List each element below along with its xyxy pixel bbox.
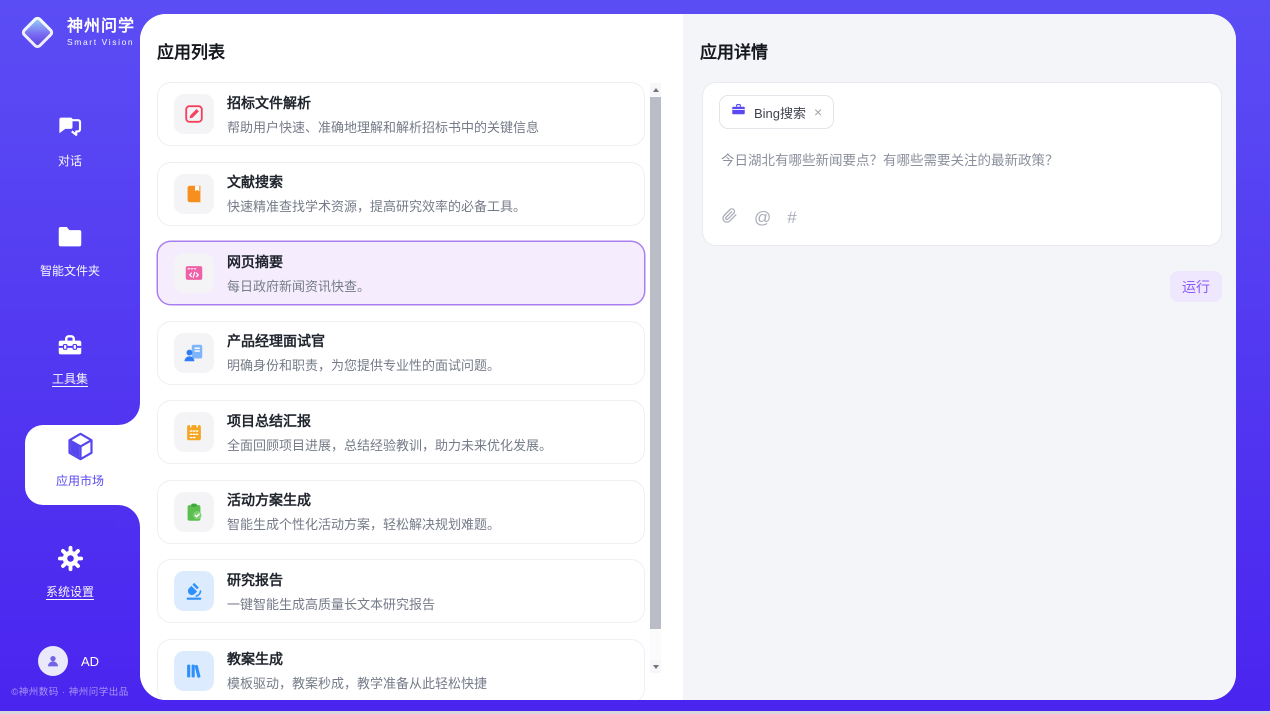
app-list-panel: 应用列表 招标文件解析 帮助用户快速、准确地理解和解析招标书中的关键信息 [140,14,683,700]
prompt-text[interactable]: 今日湖北有哪些新闻要点？有哪些需要关注的最新政策？ [721,149,1203,169]
paperclip-icon[interactable] [721,207,738,229]
card-title: 文献搜索 [227,172,526,192]
sidebar-item-smart-folder[interactable]: 智能文件夹 [0,222,140,279]
app-list-title: 应用列表 [157,38,225,63]
scrollbar-up-button[interactable] [650,83,661,96]
notepad-icon [174,412,214,452]
list-item-literature-search[interactable]: 文献搜索 快速精准查找学术资源，提高研究效率的必备工具。 [157,162,645,226]
sidebar-item-app-market[interactable]: 应用市场 [25,430,135,489]
card-desc: 智能生成个性化活动方案，轻松解决规划难题。 [227,514,500,533]
prompt-card: Bing搜索 × 今日湖北有哪些新闻要点？有哪些需要关注的最新政策？ @ # [702,82,1222,246]
card-desc: 全面回顾项目进展，总结经验教训，助力未来优化发展。 [227,435,552,454]
card-desc: 模板驱动，教案秒成，教学准备从此轻松快捷 [227,673,487,692]
card-title: 研究报告 [227,570,435,590]
card-title: 活动方案生成 [227,490,500,510]
list-item-bid-analysis[interactable]: 招标文件解析 帮助用户快速、准确地理解和解析招标书中的关键信息 [157,82,645,146]
tag-label: Bing搜索 [754,103,806,122]
list-item-research-report[interactable]: 研究报告 一键智能生成高质量长文本研究报告 [157,559,645,623]
user-account[interactable]: AD [38,646,99,676]
pill-top-curve [116,401,140,425]
app-detail-panel: 应用详情 Bing搜索 × 今日湖北有哪些新闻要点？有哪些需要关注的最新政策？ [683,14,1236,700]
user-name: AD [81,654,99,669]
tool-tag-bing-search[interactable]: Bing搜索 × [719,95,834,129]
person-document-icon [174,333,214,373]
triangle-down-icon [653,665,659,669]
close-icon[interactable]: × [814,105,822,119]
card-desc: 每日政府新闻资讯快查。 [227,276,370,295]
briefcase-icon [731,102,746,122]
sidebar-item-chat[interactable]: 对话 [0,112,140,169]
card-title: 项目总结汇报 [227,411,552,431]
app-detail-title: 应用详情 [700,38,768,63]
sidebar-item-label: 对话 [0,152,140,169]
browser-code-icon [174,253,214,293]
brand-subtitle: Smart Vision [67,37,135,47]
list-item-event-plan[interactable]: 活动方案生成 智能生成个性化活动方案，轻松解决规划难题。 [157,480,645,544]
card-title: 产品经理面试官 [227,331,500,351]
list-item-lesson-plan[interactable]: 教案生成 模板驱动，教案秒成，教学准备从此轻松快捷 [157,639,645,701]
sidebar-item-label: 工具集 [0,370,140,387]
pill-bottom-curve [116,505,140,529]
list-item-project-summary[interactable]: 项目总结汇报 全面回顾项目进展，总结经验教训，助力未来优化发展。 [157,400,645,464]
list-item-web-summary[interactable]: 网页摘要 每日政府新闻资讯快查。 [157,241,645,305]
sidebar-footer: ©神州数码 · 神州问学出品 [0,684,140,698]
card-desc: 一键智能生成高质量长文本研究报告 [227,594,435,613]
sidebar-item-toolset[interactable]: 工具集 [0,330,140,387]
list-scrollbar[interactable] [650,83,661,673]
triangle-up-icon [653,88,659,92]
card-title: 招标文件解析 [227,93,539,113]
folder-icon [55,239,85,256]
card-title: 网页摘要 [227,252,370,272]
sidebar-item-label: 智能文件夹 [0,262,140,279]
card-title: 教案生成 [227,649,487,669]
toolbox-icon [55,347,85,364]
sidebar-item-label: 应用市场 [25,472,135,489]
main-content: 应用列表 招标文件解析 帮助用户快速、准确地理解和解析招标书中的关键信息 [140,14,1236,700]
scrollbar-down-button[interactable] [650,660,661,673]
brand-name: 神州问学 [67,18,135,36]
chat-icon [55,129,85,146]
sidebar-item-label: 系统设置 [0,583,140,600]
card-desc: 明确身份和职责，为您提供专业性的面试问题。 [227,355,500,374]
edit-square-icon [174,94,214,134]
run-button[interactable]: 运行 [1170,271,1222,302]
book-icon [174,174,214,214]
prompt-toolbar: @ # [721,207,797,229]
brand-logo: 神州问学 Smart Vision [18,13,135,51]
card-desc: 快速精准查找学术资源，提高研究效率的必备工具。 [227,196,526,215]
person-icon [45,653,61,669]
cube-icon [64,450,97,467]
list-item-pm-interviewer[interactable]: 产品经理面试官 明确身份和职责，为您提供专业性的面试问题。 [157,321,645,385]
clipboard-check-icon [174,492,214,532]
avatar [38,646,68,676]
books-icon [174,651,214,691]
hash-icon[interactable]: # [787,208,796,228]
sidebar-item-system-settings[interactable]: 系统设置 [0,544,140,600]
app-list: 招标文件解析 帮助用户快速、准确地理解和解析招标书中的关键信息 文献搜索 快速精… [157,82,645,700]
card-desc: 帮助用户快速、准确地理解和解析招标书中的关键信息 [227,117,539,136]
scrollbar-thumb[interactable] [650,97,661,629]
gear-icon [56,560,85,577]
brand-diamond-icon [18,13,56,51]
sidebar: 神州问学 Smart Vision 对话 智能文件夹 [0,0,140,714]
microscope-icon [174,571,214,611]
at-icon[interactable]: @ [754,208,771,228]
